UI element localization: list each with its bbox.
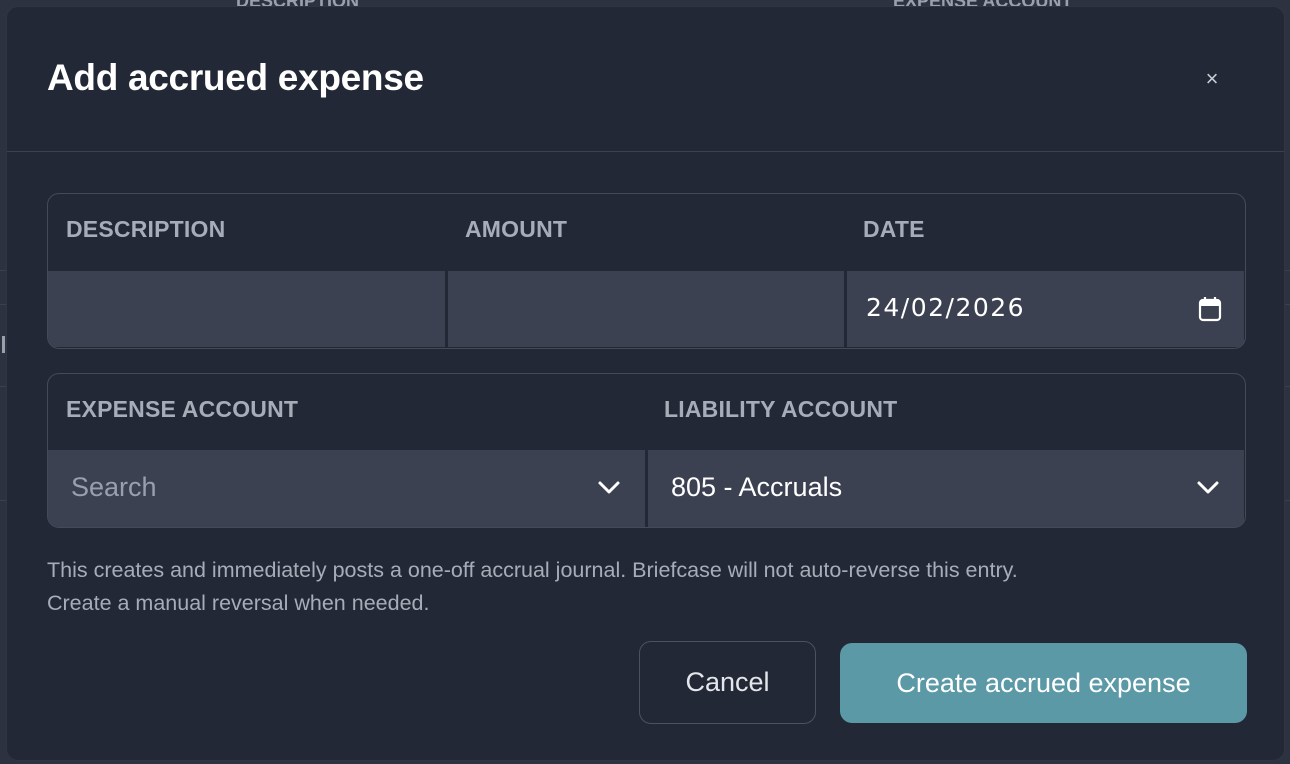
expense-account-label: EXPENSE ACCOUNT <box>66 396 299 422</box>
liability-account-label: LIABILITY ACCOUNT <box>664 396 898 422</box>
dialog-title: Add accrued expense <box>47 57 424 98</box>
date-value: 24/02/2026 <box>866 293 1026 322</box>
liability-account-select[interactable]: 805 - Accruals <box>648 450 1244 527</box>
amount-input[interactable] <box>448 271 844 347</box>
add-accrued-expense-dialog: Add accrued expense × DESCRIPTION AMOUNT… <box>6 6 1285 761</box>
description-label: DESCRIPTION <box>66 216 226 242</box>
liability-account-value: 805 - Accruals <box>671 472 843 502</box>
close-icon: × <box>1205 66 1219 91</box>
chevron-down-icon[interactable] <box>597 480 621 496</box>
calendar-icon[interactable] <box>1198 296 1222 322</box>
note-line: This creates and immediately posts a one… <box>47 558 1018 582</box>
date-label: DATE <box>863 216 925 242</box>
note-line: Create a manual reversal when needed. <box>47 591 430 615</box>
dialog-header: Add accrued expense × <box>7 7 1284 152</box>
close-button[interactable]: × <box>1200 67 1224 91</box>
expense-account-select[interactable]: Search <box>48 450 645 527</box>
date-input[interactable]: 24/02/2026 <box>847 271 1244 347</box>
create-accrued-expense-button[interactable]: Create accrued expense <box>840 643 1247 723</box>
expense-account-search[interactable]: Search <box>71 472 157 503</box>
accrual-info-note: This creates and immediately posts a one… <box>47 554 1247 620</box>
expense-details-group: DESCRIPTION AMOUNT DATE 24/02/2026 <box>47 193 1246 349</box>
accounts-group: EXPENSE ACCOUNT LIABILITY ACCOUNT Search… <box>47 373 1246 528</box>
cancel-button[interactable]: Cancel <box>639 641 816 724</box>
amount-label: AMOUNT <box>465 216 568 242</box>
description-input[interactable] <box>48 271 445 347</box>
background-cursor-mark <box>2 336 5 353</box>
chevron-down-icon[interactable] <box>1196 480 1220 496</box>
